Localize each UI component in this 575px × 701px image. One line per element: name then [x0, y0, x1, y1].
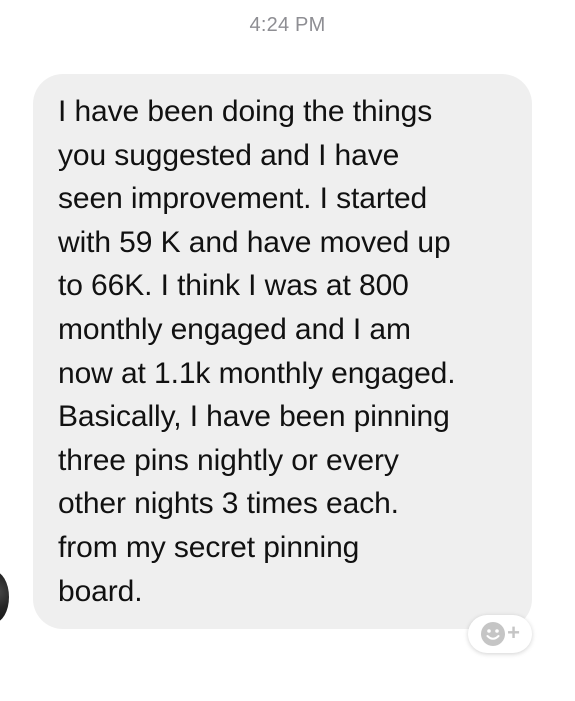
message-line: with 59 K and have moved up [58, 225, 451, 259]
plus-icon: + [507, 620, 520, 645]
message-line: board. [58, 574, 143, 608]
message-line: other nights 3 times each. [58, 487, 399, 521]
message-line: I have been doing the things [58, 95, 433, 128]
message-line: to 66K. I think I was at 800 [58, 269, 409, 303]
message-line: you suggested and I have [58, 138, 400, 172]
message-line: now at 1.1k monthly engaged. [58, 356, 456, 390]
add-reaction-button[interactable]: + [468, 615, 532, 653]
message-line: monthly engaged and I am [58, 312, 411, 346]
message-bubble[interactable]: I have been doing the things you suggest… [33, 74, 532, 629]
message-line: from my secret pinning [58, 530, 360, 564]
message-line: three pins nightly or every [58, 443, 399, 477]
message-line: Basically, I have been pinning [58, 400, 450, 434]
message-timestamp: 4:24 PM [249, 14, 326, 36]
smiley-icon [480, 621, 506, 647]
message-line: seen improvement. I started [58, 182, 428, 216]
sender-avatar[interactable] [0, 571, 9, 623]
